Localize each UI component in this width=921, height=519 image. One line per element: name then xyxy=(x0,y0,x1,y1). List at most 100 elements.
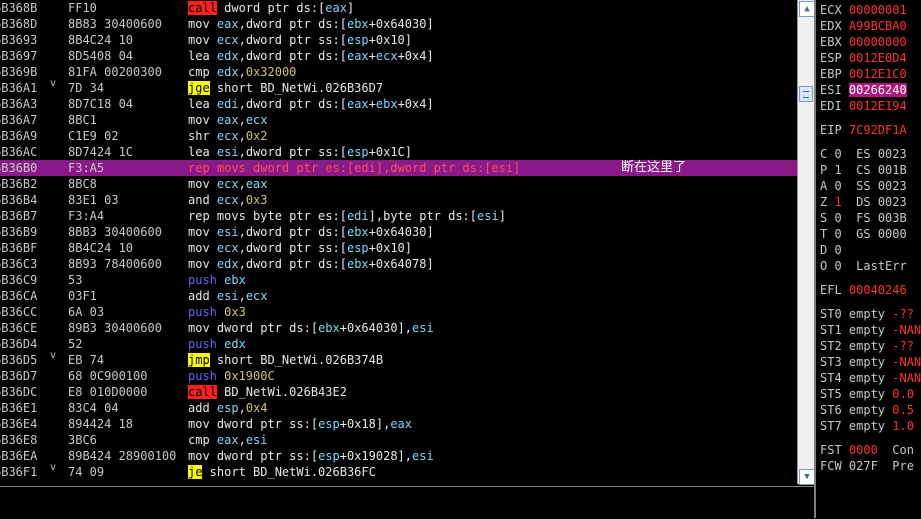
disasm-row[interactable]: 6B36A1 v 7D 34 jge short BD_NetWi.026B36D7 xyxy=(0,78,797,96)
fpu-st3[interactable]: ST3 empty -NAN xyxy=(820,354,921,370)
flag-z[interactable]: Z 1 DS 0023 xyxy=(820,194,907,210)
disasm-row[interactable]: 6B36C3 8B93 78400600 mov edx,dword ptr ds:… xyxy=(0,256,797,272)
disasm-row[interactable]: 6B36D7 68 0C900100 push 0x1900C xyxy=(0,368,797,384)
instruction-bytes: 74 09 xyxy=(68,465,105,479)
disasm-row[interactable]: 6B36D5 v EB 74 jmp short BD_NetWi.026B374B xyxy=(0,350,797,368)
disassembly-pane[interactable]: 6B368BFF10call dword ptr ds:[eax]6B368D8… xyxy=(0,0,797,484)
instruction-bytes: 81FA 00200300 xyxy=(68,65,162,79)
disasm-row[interactable]: 6B368B FF10 call dword ptr ds:[eax] xyxy=(0,0,797,16)
instruction-token: 0x1900C xyxy=(224,369,275,383)
instruction-address: 6B36F1 xyxy=(0,465,38,479)
fpu-st7[interactable]: ST7 empty 1.0 xyxy=(820,418,914,434)
flag-s[interactable]: S 0 FS 003B xyxy=(820,210,907,226)
register-efl[interactable]: EFL 00040246 xyxy=(820,282,907,298)
disasm-row[interactable]: 6B36B9 8BB3 30400600 mov esi,dword ptr ds:… xyxy=(0,224,797,240)
disasm-row[interactable]: 6B36E4 894424 18 mov dword ptr ss:[esp+0x1… xyxy=(0,416,797,432)
disasm-row[interactable]: 6B36BF 8B4C24 10 mov ecx,dword ptr ss:[esp… xyxy=(0,240,797,256)
register-esi[interactable]: ESI 00266240 xyxy=(820,82,907,98)
register-esp[interactable]: ESP 0012E0D4 xyxy=(820,50,907,66)
flag-p[interactable]: P 1 CS 001B xyxy=(820,162,907,178)
instruction-token: mov xyxy=(188,113,217,127)
disasm-row[interactable]: 6B36A3 8D7C18 04 lea edi,dword ptr ds:[eax… xyxy=(0,96,797,112)
instruction-token: + xyxy=(368,49,376,63)
disasm-row[interactable]: 6B36DC E8 010D0000 call BD_NetWi.026B43E2 xyxy=(0,384,797,400)
flag-c[interactable]: C 0 ES 0023 xyxy=(820,146,907,162)
instruction-token: dword ptr ds:[ xyxy=(216,321,319,335)
flag-o[interactable]: O 0 LastErr xyxy=(820,258,907,274)
instruction-bytes: FF10 xyxy=(68,1,97,15)
instruction-token: dword ptr ss:[ xyxy=(216,417,319,431)
instruction-token: , xyxy=(238,177,246,191)
instruction-token: +0x64030] xyxy=(368,225,434,239)
disasm-row-selected[interactable]: 6B36B0 F3:A5 rep movs dword ptr es:[edi],d… xyxy=(0,160,797,176)
fpu-st1[interactable]: ST1 empty -NAN xyxy=(820,322,921,338)
disasm-row[interactable]: 6B369B 81FA 00200300 cmp edx,0x32000 xyxy=(0,64,797,80)
disasm-row[interactable]: 6B36CE 89B3 30400600 mov dword ptr ds:[ebx… xyxy=(0,320,797,336)
instruction-token: esi xyxy=(216,225,239,239)
registers-pane[interactable]: ECX 00000001 EDX A99BCBA0 EBX 00000000 ESP … xyxy=(816,0,921,518)
disasm-row[interactable]: 6B36EA89B424 28900100mov dword ptr ss:[e… xyxy=(0,448,797,464)
instruction-bytes: 53 xyxy=(68,273,83,287)
instruction-address: 6B36C3 xyxy=(0,257,38,271)
register-ebx[interactable]: EBX 00000000 xyxy=(820,34,907,50)
disasm-row[interactable]: 6B36A9 C1E9 02 shr ecx,0x2 xyxy=(0,128,797,144)
instruction-text: cmp edx,0x32000 xyxy=(188,64,296,80)
fpu-st2[interactable]: ST2 empty -?? xyxy=(820,338,914,354)
disasm-row[interactable]: 6B36B4 83E1 03 and ecx,0x3 xyxy=(0,192,797,208)
disasm-row[interactable]: 6B368D 8B83 30400600 mov eax,dword ptr ds:… xyxy=(0,16,797,32)
disasm-row[interactable]: 6B36B2 8BC8 mov ecx,eax xyxy=(0,176,797,192)
register-edi[interactable]: EDI 0012E194 xyxy=(820,98,907,114)
segment-value: 0000 xyxy=(877,227,907,241)
instruction-token: eax xyxy=(325,1,347,15)
register-fcw[interactable]: FCW 027F Pre xyxy=(820,458,914,474)
instruction-address: 6B36C9 xyxy=(0,273,38,287)
fpu-st4[interactable]: ST4 empty -NAN xyxy=(820,370,921,386)
register-eip[interactable]: EIP 7C92DF1A xyxy=(820,122,907,138)
fpu-st5[interactable]: ST5 empty 0.0 xyxy=(820,386,914,402)
instruction-text: lea esi,dword ptr ss:[esp+0x1C] xyxy=(188,144,412,160)
disasm-row[interactable]: 6B3693 8B4C24 10 mov ecx,dword ptr ss:[esp… xyxy=(0,32,797,48)
scroll-up-arrow-icon[interactable]: ▲ xyxy=(799,1,815,17)
instruction-token: eax xyxy=(390,417,413,431)
flag-a[interactable]: A 0 SS 0023 xyxy=(820,178,907,194)
instruction-token: short BD_NetWi.026B36D7 xyxy=(209,81,384,95)
scroll-thumb[interactable] xyxy=(799,86,813,102)
register-fst[interactable]: FST 0000 Con xyxy=(820,442,914,458)
instruction-bytes: 83C4 04 xyxy=(68,401,119,415)
disasm-row[interactable]: 6B36F1 v 74 09 je short BD_NetWi.026B36FC xyxy=(0,462,797,480)
instruction-bytes: 8B4C24 10 xyxy=(68,241,134,255)
disasm-row[interactable]: 6B3697 8D5408 04 lea edx,dword ptr ds:[eax… xyxy=(0,48,797,64)
flag-value: 1 xyxy=(834,195,842,209)
flag-t[interactable]: T 0 GS 0000 xyxy=(820,226,907,242)
instruction-bytes: 7D 34 xyxy=(68,81,105,95)
instruction-token: ecx xyxy=(245,289,268,303)
disasm-row[interactable]: 6B36AC 8D7424 1C lea esi,dword ptr ss:[esp… xyxy=(0,144,797,160)
instruction-text: push edx xyxy=(188,336,246,352)
instruction-text: mov ecx,dword ptr ss:[esp+0x10] xyxy=(188,32,412,48)
disasm-row[interactable]: 6B36D4 52 push edx xyxy=(0,336,797,352)
fpu-st0[interactable]: ST0 empty -?? xyxy=(820,306,914,322)
disasm-row[interactable]: 6B36CA 03F1 add esi,ecx xyxy=(0,288,797,304)
instruction-token: esp xyxy=(346,145,369,159)
disasm-row[interactable]: 6B36B7 F3:A4 rep movs byte ptr es:[edi],by… xyxy=(0,208,797,224)
disasm-row[interactable]: 6B36A7 8BC1 mov eax,ecx xyxy=(0,112,797,128)
instruction-address: 6B36B4 xyxy=(0,193,38,207)
register-edx[interactable]: EDX A99BCBA0 xyxy=(820,18,907,34)
register-ebp[interactable]: EBP 0012E1C0 xyxy=(820,66,907,82)
instruction-text: mov dword ptr ss:[esp+0x18],eax xyxy=(188,416,412,432)
fpu-st6[interactable]: ST6 empty 0.5 xyxy=(820,402,914,418)
disasm-row[interactable]: 6B36CC 6A 03 push 0x3 xyxy=(0,304,797,320)
instruction-token: shr xyxy=(188,129,217,143)
disasm-row[interactable]: 6B36E1 83C4 04 add esp,0x4 xyxy=(0,400,797,416)
instruction-token: ],byte ptr ds:[ xyxy=(368,209,478,223)
instruction-address: 6B36A7 xyxy=(0,113,38,127)
register-ecx[interactable]: ECX 00000001 xyxy=(820,2,907,18)
instruction-bytes: 894424 18 xyxy=(68,417,134,431)
scroll-down-arrow-icon[interactable]: ▼ xyxy=(799,469,815,485)
flag-d[interactable]: D 0 xyxy=(820,242,856,258)
instruction-token: push xyxy=(188,305,225,319)
instruction-token: ecx xyxy=(216,241,239,255)
disasm-row[interactable]: 6B36E8 3BC6 cmp eax,esi xyxy=(0,432,797,448)
disassembly-scrollbar[interactable]: ▲ ▼ xyxy=(797,0,815,485)
disasm-row[interactable]: 6B36C9 53 push ebx xyxy=(0,272,797,288)
